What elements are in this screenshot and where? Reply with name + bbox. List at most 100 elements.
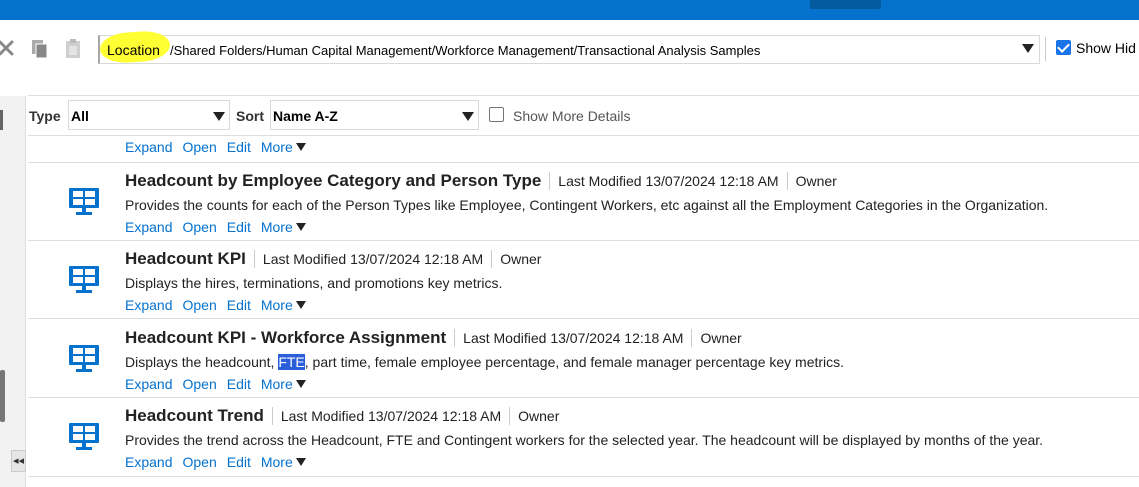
chevron-down-icon[interactable] [1022, 44, 1034, 53]
close-icon[interactable] [0, 38, 18, 60]
owner-label: Owner [700, 330, 742, 346]
last-modified: Last Modified 13/07/2024 12:18 AM [262, 251, 484, 267]
selected-text: FTE [278, 354, 305, 370]
edit-link[interactable]: Edit [227, 376, 251, 392]
more-label: More [260, 139, 293, 155]
open-link[interactable]: Open [182, 219, 216, 235]
item-title[interactable]: Headcount Trend [125, 406, 264, 426]
toolbar-divider [1045, 37, 1046, 61]
edit-link[interactable]: Edit [227, 139, 251, 155]
item-header: Headcount KPI - Workforce Assignment Las… [125, 328, 742, 348]
show-more-details-label[interactable]: Show More Details [513, 108, 631, 124]
banner-button[interactable] [810, 0, 881, 9]
divider [28, 476, 1139, 477]
type-label: Type [29, 108, 61, 124]
list-item: Headcount KPI Last Modified 13/07/2024 1… [28, 241, 1139, 319]
expand-link[interactable]: Expand [125, 219, 172, 235]
dashboard-icon[interactable] [68, 344, 100, 374]
open-link[interactable]: Open [182, 297, 216, 313]
open-link[interactable]: Open [182, 454, 216, 470]
last-modified: Last Modified 13/07/2024 12:18 AM [558, 173, 779, 189]
dashboard-icon[interactable] [68, 187, 100, 217]
chevron-down-icon [462, 112, 474, 121]
caret-down-icon [295, 143, 306, 151]
rail-handle[interactable] [0, 110, 10, 130]
owner-label: Owner [500, 251, 542, 267]
catalog-toolbar: Location /Shared Folders/Human Capital M… [0, 20, 1139, 80]
divider [28, 318, 1139, 319]
edit-link[interactable]: Edit [227, 454, 251, 470]
expand-link[interactable]: Expand [125, 297, 172, 313]
top-banner [0, 0, 1139, 20]
caret-down-icon [295, 301, 306, 309]
show-more-details-checkbox[interactable] [489, 107, 504, 122]
more-link[interactable]: More [261, 139, 306, 155]
owner-label: Owner [795, 173, 837, 189]
more-label: More [260, 376, 293, 392]
divider [28, 95, 1139, 96]
left-panel-rail [0, 96, 26, 487]
divider [509, 407, 511, 425]
chevron-down-icon [213, 112, 225, 121]
open-link[interactable]: Open [182, 376, 216, 392]
divider [491, 250, 493, 268]
item-title[interactable]: Headcount KPI - Workforce Assignment [125, 328, 446, 348]
dashboard-icon[interactable] [68, 422, 100, 452]
type-select-value: All [71, 108, 89, 124]
divider [253, 250, 255, 268]
item-header: Headcount by Employee Category and Perso… [125, 171, 837, 191]
type-select[interactable]: All [68, 100, 230, 130]
divider [549, 172, 551, 190]
item-actions: Expand Open Edit More [125, 376, 316, 392]
item-header: Headcount KPI Last Modified 13/07/2024 1… [125, 249, 541, 269]
caret-down-icon [295, 380, 306, 388]
show-hidden-checkbox[interactable] [1056, 40, 1071, 55]
last-modified: Last Modified 13/07/2024 12:18 AM [280, 408, 502, 424]
more-link[interactable]: More [261, 454, 306, 470]
description-text: , part time, female employee percentage,… [304, 354, 845, 370]
divider [786, 172, 788, 190]
location-path[interactable]: /Shared Folders/Human Capital Management… [170, 43, 760, 58]
paste-icon[interactable] [62, 38, 84, 60]
more-link[interactable]: More [261, 376, 306, 392]
divider [691, 329, 693, 347]
rail-scrollbar[interactable] [0, 370, 5, 422]
description-text: Displays the headcount, [125, 354, 279, 370]
owner-label: Owner [518, 408, 560, 424]
show-hidden-label[interactable]: Show Hid [1076, 40, 1136, 56]
item-actions: Expand Open Edit More [125, 139, 316, 155]
item-description: Displays the headcount, FTE, part time, … [125, 354, 844, 370]
edit-link[interactable]: Edit [227, 219, 251, 235]
caret-down-icon [295, 223, 306, 231]
location-label: Location [107, 42, 160, 58]
item-title[interactable]: Headcount by Employee Category and Perso… [125, 171, 541, 191]
expand-link[interactable]: Expand [125, 139, 172, 155]
copy-icon[interactable] [29, 38, 51, 60]
list-item: Headcount KPI - Workforce Assignment Las… [28, 320, 1139, 398]
more-label: More [260, 297, 293, 313]
expand-link[interactable]: Expand [125, 454, 172, 470]
divider [454, 329, 456, 347]
list-item: Headcount Trend Last Modified 13/07/2024… [28, 398, 1139, 476]
more-link[interactable]: More [261, 219, 306, 235]
expand-link[interactable]: Expand [125, 376, 172, 392]
item-description: Provides the counts for each of the Pers… [125, 197, 1049, 213]
item-description: Provides the trend across the Headcount,… [125, 432, 1044, 448]
last-modified: Last Modified 13/07/2024 12:18 AM [463, 330, 684, 346]
open-link[interactable]: Open [182, 139, 216, 155]
list-item: Headcount by Employee Category and Perso… [28, 163, 1139, 241]
sort-select[interactable]: Name A-Z [270, 100, 479, 130]
sort-label: Sort [236, 108, 264, 124]
item-actions: Expand Open Edit More [125, 219, 316, 235]
item-title[interactable]: Headcount KPI [125, 249, 246, 269]
item-actions: Expand Open Edit More [125, 454, 316, 470]
more-label: More [260, 454, 293, 470]
divider [28, 135, 1139, 136]
edit-link[interactable]: Edit [227, 297, 251, 313]
item-actions: Expand Open Edit More [125, 297, 316, 313]
divider [271, 407, 273, 425]
collapse-panel-button[interactable]: ◂◂ [11, 450, 26, 472]
sort-select-value: Name A-Z [273, 108, 338, 124]
more-link[interactable]: More [261, 297, 306, 313]
dashboard-icon[interactable] [68, 265, 100, 295]
